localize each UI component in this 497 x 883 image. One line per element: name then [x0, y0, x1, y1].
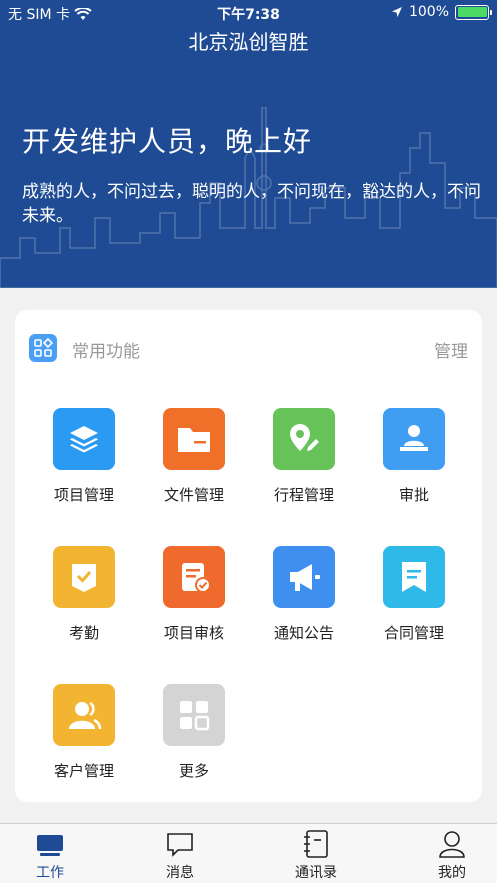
function-label: 项目审核: [163, 624, 224, 642]
function-label: 合同管理: [383, 624, 444, 642]
function-label: 更多: [178, 762, 209, 780]
tab-label: 我的: [438, 865, 466, 881]
app-title: 北京泓创智胜: [188, 30, 309, 54]
function-customer-management[interactable]: 客户管理: [29, 684, 139, 794]
battery-icon: [455, 4, 492, 20]
card-header: 常用功能 管理: [29, 334, 468, 364]
contacts-book-icon: [304, 830, 328, 858]
tab-label: 通讯录: [295, 865, 337, 881]
profile-person-icon: [439, 831, 465, 858]
function-label: 通知公告: [273, 624, 334, 642]
contract-icon: [383, 546, 445, 608]
status-bar: 无 SIM 卡 下午7:38 100%: [0, 0, 497, 26]
function-label: 客户管理: [53, 762, 114, 780]
greeting-text: 开发维护人员，晚上好: [22, 125, 313, 158]
card-title: 常用功能: [72, 342, 140, 362]
function-more[interactable]: 更多: [139, 684, 249, 794]
function-label: 文件管理: [163, 486, 224, 504]
work-monitor-icon: [37, 835, 63, 856]
header-banner: 无 SIM 卡 下午7:38 100% 北京泓创智胜 开发维护人员，晚上好 成熟…: [0, 0, 497, 288]
function-label: 审批: [398, 486, 429, 504]
function-attendance[interactable]: 考勤: [29, 546, 139, 656]
function-project-management[interactable]: 项目管理: [29, 408, 139, 518]
function-contract-management[interactable]: 合同管理: [359, 546, 469, 656]
customer-icon: [53, 684, 115, 746]
function-notices[interactable]: 通知公告: [249, 546, 359, 656]
tab-label: 消息: [166, 865, 194, 881]
folder-icon: [163, 408, 225, 470]
manage-button[interactable]: 管理: [434, 337, 468, 362]
motto-text: 成熟的人，不问过去，聪明的人，不问现在，豁达的人，不问未来。: [22, 182, 481, 226]
function-file-management[interactable]: 文件管理: [139, 408, 249, 518]
tab-work[interactable]: 工作: [0, 824, 100, 883]
map-pin-icon: [273, 408, 335, 470]
function-itinerary-management[interactable]: 行程管理: [249, 408, 359, 518]
more-grid-icon: [163, 684, 225, 746]
bottom-tab-bar: 工作 消息 通讯录 我的: [0, 823, 497, 883]
document-check-icon: [163, 546, 225, 608]
attendance-check-icon: [53, 546, 115, 608]
megaphone-icon: [273, 546, 335, 608]
tab-mine[interactable]: 我的: [402, 824, 497, 883]
function-label: 行程管理: [273, 486, 334, 504]
tab-messages[interactable]: 消息: [130, 824, 230, 883]
function-label: 项目管理: [53, 486, 114, 504]
tab-label: 工作: [36, 865, 64, 881]
function-project-review[interactable]: 项目审核: [139, 546, 249, 656]
layers-icon: [53, 408, 115, 470]
approval-person-icon: [383, 408, 445, 470]
common-functions-card: 常用功能 管理 项目管理 文件管理 行程管理 审批 考勤 项目审核 通知公告 合…: [15, 310, 482, 802]
location-arrow-icon: [391, 7, 402, 17]
message-bubble-icon: [167, 833, 193, 857]
tab-contacts[interactable]: 通讯录: [266, 824, 366, 883]
function-approval[interactable]: 审批: [359, 408, 469, 518]
apps-grid-icon: [29, 334, 57, 362]
function-label: 考勤: [68, 624, 99, 642]
battery-percentage: 100%: [408, 4, 449, 20]
